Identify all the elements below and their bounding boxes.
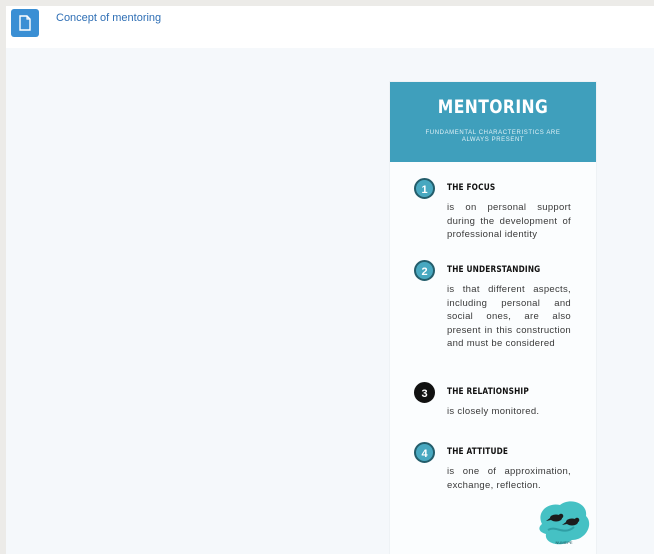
item-text: is one of approximation, exchange, refle… (447, 466, 571, 491)
resource-header: Concept of mentoring (6, 6, 654, 48)
file-icon (19, 15, 31, 31)
window-frame: Concept of mentoring MENTORING FUNDAMENT… (6, 6, 654, 554)
poster-title: MENTORING (437, 96, 549, 118)
item-title: THE RELATIONSHIP (447, 387, 529, 397)
item-text: is closely monitored. (447, 406, 540, 417)
file-resource-button[interactable] (11, 9, 39, 37)
item-title: THE FOCUS (447, 183, 496, 193)
item-text: is that different aspects, including per… (447, 284, 571, 349)
item-title: THE ATTITUDE (447, 447, 509, 457)
logo-text: NUMEPE (555, 540, 572, 545)
mentoring-infographic: MENTORING FUNDAMENTAL CHARACTERISTICS AR… (390, 82, 596, 554)
number-badge: 4 (414, 442, 435, 463)
main-content: MENTORING FUNDAMENTAL CHARACTERISTICS AR… (6, 48, 654, 554)
item-text: is on personal support during the develo… (447, 202, 571, 240)
numepe-logo: NUMEPE (534, 494, 594, 550)
number-badge: 3 (414, 382, 435, 403)
resource-title-link[interactable]: Concept of mentoring (56, 12, 161, 24)
number-badge: 2 (414, 260, 435, 281)
number-badge: 1 (414, 178, 435, 199)
item-title: THE UNDERSTANDING (447, 265, 541, 275)
poster-subtitle: FUNDAMENTAL CHARACTERISTICS ARE ALWAYS P… (425, 130, 561, 143)
poster-header: MENTORING FUNDAMENTAL CHARACTERISTICS AR… (390, 82, 596, 162)
